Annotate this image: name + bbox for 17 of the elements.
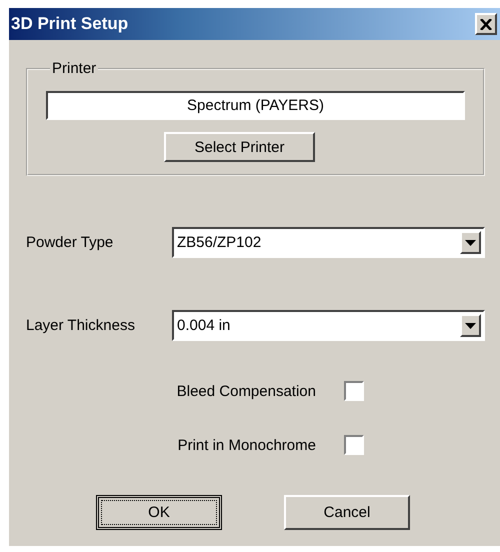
checkbox-label: Print in Monochrome xyxy=(178,436,316,454)
field-label: Powder Type xyxy=(26,234,114,251)
field-value: ZB56/ZP102 xyxy=(176,234,262,251)
field-value: 0.004 in xyxy=(176,317,232,334)
checkbox[interactable] xyxy=(344,435,364,455)
printer-name-field: Spectrum (PAYERS) xyxy=(46,91,465,120)
dropdown-field[interactable]: ZB56/ZP102 xyxy=(172,227,485,258)
dropdown-field[interactable]: 0.004 in xyxy=(172,310,485,341)
checkbox[interactable] xyxy=(344,381,364,401)
window-title: 3D Print Setup xyxy=(11,14,128,34)
checkbox-label: Bleed Compensation xyxy=(176,382,316,400)
ok-button[interactable]: OK xyxy=(96,495,222,530)
group-title: Printer xyxy=(51,60,98,77)
field-label: Layer Thickness xyxy=(26,317,136,334)
select-printer-button[interactable]: Select Printer xyxy=(164,132,315,162)
cancel-button[interactable]: Cancel xyxy=(284,495,410,530)
close-icon[interactable] xyxy=(475,13,497,35)
